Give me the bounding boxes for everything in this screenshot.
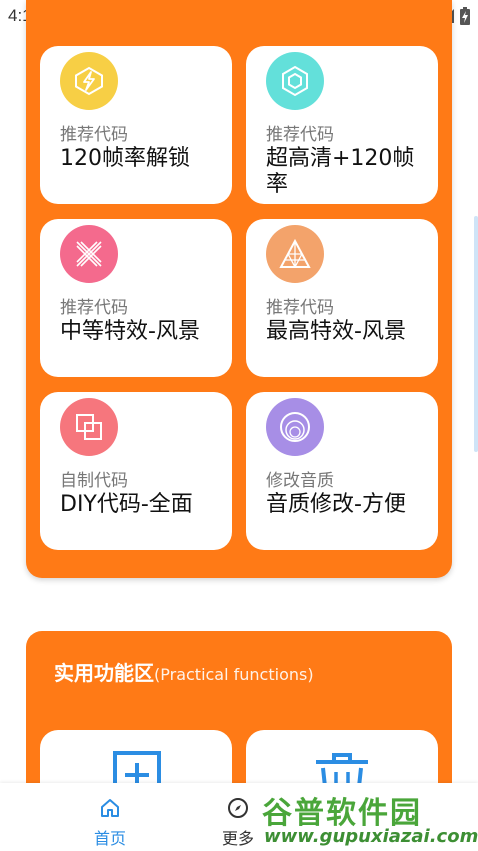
triangle-pattern-icon [279,238,311,268]
card-4-icon-circle [266,225,324,283]
practical-title: 实用功能区(Practical functions) [54,657,314,686]
home-icon [101,799,119,817]
card-4-subtitle: 推荐代码 [266,298,334,318]
cross-pattern-icon [76,241,102,267]
card-6-title: 音质修改-方便 [266,492,406,517]
card-4-title: 最高特效-风景 [266,319,406,344]
hexagon-icon [282,65,308,97]
card-3-title: 中等特效-风景 [60,319,200,344]
card-1-icon-circle [60,52,118,110]
card-6-subtitle: 修改音质 [266,471,334,491]
practical-subtitle: (Practical functions) [154,665,314,684]
code-card-2[interactable]: 推荐代码 超高清+120帧率 [246,46,438,204]
scrollbar-thumb[interactable] [474,216,478,452]
code-card-1[interactable]: 推荐代码 120帧率解锁 [40,46,232,204]
practical-title-text: 实用功能区 [54,661,154,685]
watermark-url: www.gupuxiazai.com [264,826,478,847]
card-2-icon-circle [266,52,324,110]
lightning-icon [75,66,103,96]
card-5-subtitle: 自制代码 [60,471,128,491]
code-card-3[interactable]: 推荐代码 中等特效-风景 [40,219,232,377]
nav-home-label: 首页 [93,829,126,848]
card-1-title: 120帧率解锁 [60,146,190,171]
battery-icon [460,7,470,25]
compass-icon [228,798,248,818]
card-1-subtitle: 推荐代码 [60,125,128,145]
card-3-icon-circle [60,225,118,283]
code-card-4[interactable]: 推荐代码 最高特效-风景 [246,219,438,377]
code-card-5[interactable]: 自制代码 DIY代码-全面 [40,392,232,550]
featured-codes-panel: 推荐代码 120帧率解锁 推荐代码 超高清+120帧率 推荐代码 中等特效-风景… [26,0,452,578]
watermark: 谷普软件园 www.gupuxiazai.com [262,788,478,848]
card-5-icon-circle [60,398,118,456]
nav-item-home[interactable]: 首页 [60,783,160,851]
squares-icon [76,414,102,440]
code-card-6[interactable]: 修改音质 音质修改-方便 [246,392,438,550]
card-2-subtitle: 推荐代码 [266,125,334,145]
card-2-title: 超高清+120帧率 [266,146,415,197]
card-3-subtitle: 推荐代码 [60,298,128,318]
concentric-circles-icon [280,412,310,442]
card-5-title: DIY代码-全面 [60,492,193,517]
card-6-icon-circle [266,398,324,456]
